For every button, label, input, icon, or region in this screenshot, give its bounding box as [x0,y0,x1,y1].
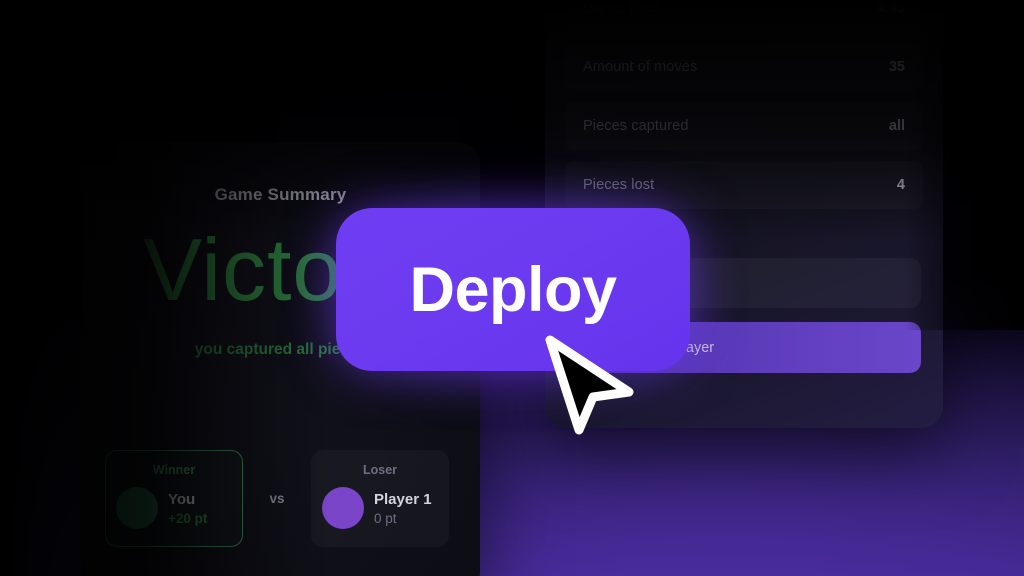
deploy-button-label: Deploy [409,254,617,325]
loser-points: 0 pt [374,510,397,526]
loser-body: Player 1 0 pt [322,487,432,529]
loser-meta: Player 1 0 pt [374,491,432,526]
mouse-pointer-icon [545,335,634,435]
background-right-vignette [904,0,1024,330]
loser-role-label: Loser [362,463,398,477]
screenshot-stage: Game Time 4:45 Amount of moves 35 Pieces… [0,0,1024,576]
player-card-loser: Loser Player 1 0 pt [311,450,449,547]
loser-name: Player 1 [374,490,432,508]
